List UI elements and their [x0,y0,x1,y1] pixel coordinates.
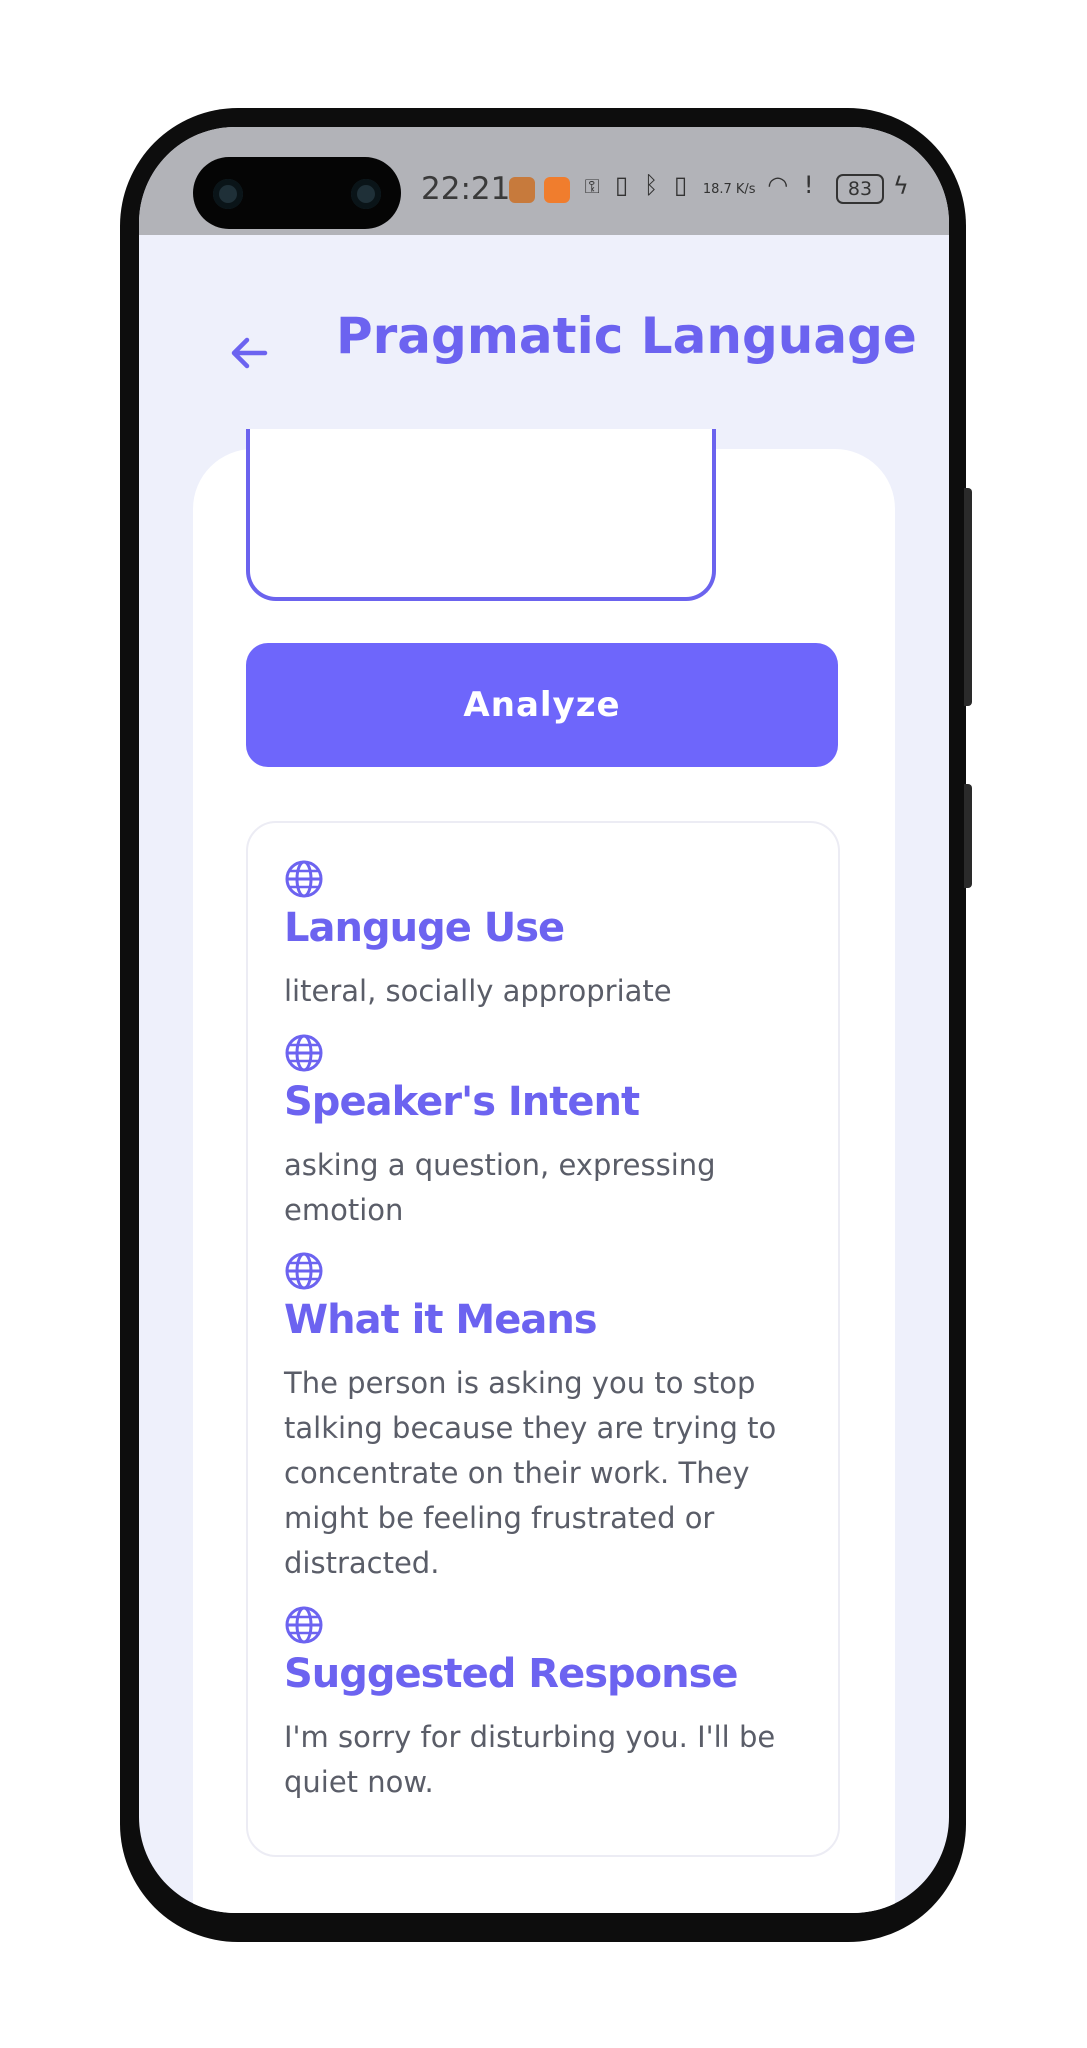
result-title: Languge Use [284,905,565,951]
battery-icon: 83 [836,174,884,204]
result-section: Suggested Response I'm sorry for disturb… [284,1605,804,1805]
status-bar: 22:21 ⚿ ▯ ᛒ ▯ 18.7 K/s ◠ ! 83 ϟ [139,127,949,235]
wifi-icon: ◠ [767,171,793,199]
screen: 22:21 ⚿ ▯ ᛒ ▯ 18.7 K/s ◠ ! 83 ϟ Pragmati… [139,127,949,1913]
result-title: Speaker's Intent [284,1079,640,1125]
arrow-left-icon [231,337,268,369]
back-button[interactable] [225,329,273,377]
camera-cutout [193,157,401,229]
result-text: The person is asking you to stop talking… [284,1366,777,1580]
bluetooth-icon: ᛒ [643,171,663,199]
result-section: Languge Use literal, socially appropriat… [284,859,804,1014]
globe-icon [285,1606,323,1644]
text-input[interactable] [246,429,716,601]
vibrate-icon: ▯ [673,171,692,199]
result-section: What it Means The person is asking you t… [284,1251,804,1586]
globe-icon [285,860,323,898]
app-notification-icon [544,177,570,203]
key-icon: ⚿ [585,171,604,199]
volume-button [964,784,972,888]
system-status-icons: ⚿ ▯ ᛒ ▯ 18.7 K/s ◠ ! [585,171,817,199]
globe-icon [285,1034,323,1072]
network-speed: 18.7 K/s [702,182,756,197]
charging-icon: ϟ [893,172,909,200]
content-card: Analyze Languge Use literal, socially ap… [193,429,895,1913]
alert-icon: ! [803,171,818,199]
result-text: I'm sorry for disturbing you. I'll be qu… [284,1720,776,1799]
nfc-icon: ▯ [615,171,633,199]
result-title: Suggested Response [284,1651,739,1697]
status-time: 22:21 [421,171,511,207]
analyze-button[interactable]: Analyze [246,643,838,767]
globe-icon [285,1252,323,1290]
result-section: Speaker's Intent asking a question, expr… [284,1033,804,1233]
page-title: Pragmatic Language [336,307,917,365]
app-notification-icon [509,177,535,203]
result-title: What it Means [284,1297,598,1343]
power-button [964,488,972,706]
camera-lens [213,179,243,209]
result-text: literal, socially appropriate [284,974,672,1008]
result-text: asking a question, expressing emotion [284,1148,716,1227]
camera-lens [351,179,381,209]
analysis-results: Languge Use literal, socially appropriat… [246,821,840,1857]
